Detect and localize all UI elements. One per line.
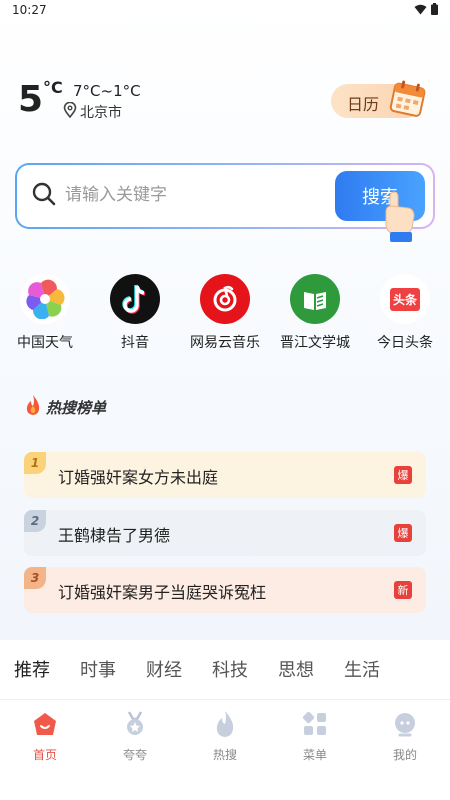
medal-icon [121,710,149,738]
app-shortcut-douyin[interactable]: 抖音 [90,272,180,352]
hot-item-text: 订婚强奸案女方未出庭 [58,468,219,487]
pointing-hand-icon [378,190,418,250]
nav-label: 热搜 [212,748,237,762]
profile-icon [391,710,419,738]
hot-item-text: 王鹤棣告了男德 [58,526,171,545]
calendar-label: 日历 [347,95,380,114]
hot-list-item[interactable]: 3 订婚强奸案男子当庭哭诉冤枉 新 [24,567,426,613]
location-pin-icon [63,101,77,122]
search-bar: 搜索 [15,163,435,229]
app-shortcut-netease-music[interactable]: 网易云音乐 [180,272,270,352]
app-shortcut-jjwxc[interactable]: 晋江文学城 [270,272,360,352]
tab-life[interactable]: 生活 [344,656,380,682]
status-icons [414,3,438,18]
nav-label: 夸夸 [122,748,147,762]
app-shortcuts: 中国天气 抖音 网易云音乐 晋江文学城 头条 今日头条 [0,272,450,352]
nav-label: 首页 [32,748,57,762]
app-label: 网易云音乐 [190,335,260,351]
hot-item-text: 订婚强奸案男子当庭哭诉冤枉 [58,583,267,602]
app-shortcut-china-weather[interactable]: 中国天气 [0,272,90,352]
temperature-range: 7°C~1°C [73,82,141,100]
battery-icon [431,3,438,18]
toutiao-icon: 头条 [380,274,430,324]
search-bar-inner: 搜索 [17,165,433,227]
hot-list-item[interactable]: 1 订婚强奸案女方未出庭 爆 [24,452,426,498]
nav-item-profile[interactable]: 我的 [360,710,450,763]
tab-thought[interactable]: 思想 [278,656,314,682]
wifi-icon [414,4,427,18]
calendar-icon [389,78,429,122]
hot-list-title-text: 热搜榜单 [46,398,107,417]
app-shortcut-toutiao[interactable]: 头条 今日头条 [360,272,450,352]
status-bar: 10:27 [0,0,450,22]
flame-icon [211,710,239,738]
hot-tag: 爆 [394,466,412,484]
tab-finance[interactable]: 财经 [146,656,182,682]
calendar-button[interactable]: 日历 [331,80,426,118]
rank-badge: 2 [24,510,46,532]
hot-tag: 爆 [394,524,412,542]
category-tabs: 推荐 时事 财经 科技 思想 生活 [0,640,450,700]
home-icon [31,710,59,738]
nav-label: 菜单 [302,748,327,762]
nav-item-hot-search[interactable]: 热搜 [180,710,270,763]
tiktok-icon [110,274,160,324]
jjwxc-book-icon [290,274,340,324]
current-temperature: 5 [18,79,44,120]
tab-recommend[interactable]: 推荐 [14,656,50,682]
city-name: 北京市 [80,105,122,121]
tab-current-affairs[interactable]: 时事 [80,656,116,682]
location[interactable]: 北京市 [63,101,122,122]
temperature-unit: °C [43,78,63,97]
app-label: 抖音 [121,335,149,351]
bottom-nav: 首页 夸夸 热搜 菜单 我的 [0,700,450,800]
search-icon [31,181,57,211]
nav-item-praise[interactable]: 夸夸 [90,710,180,763]
hot-list-title: 热搜榜单 [24,394,106,420]
hot-tag: 新 [394,581,412,599]
nav-label: 我的 [392,748,417,762]
nav-item-home[interactable]: 首页 [0,710,90,763]
flame-icon [24,394,42,420]
tab-technology[interactable]: 科技 [212,656,248,682]
toutiao-logo-text: 头条 [389,287,420,311]
netease-music-icon [200,274,250,324]
hot-list-item[interactable]: 2 王鹤棣告了男德 爆 [24,510,426,556]
app-label: 今日头条 [377,335,433,351]
menu-grid-icon [301,710,329,738]
nav-item-menu[interactable]: 菜单 [270,710,360,763]
app-label: 晋江文学城 [280,335,350,351]
status-time: 10:27 [12,3,47,17]
rank-badge: 3 [24,567,46,589]
pinwheel-icon [20,274,70,324]
rank-badge: 1 [24,452,46,474]
search-input[interactable] [65,179,325,211]
app-label: 中国天气 [17,335,73,351]
